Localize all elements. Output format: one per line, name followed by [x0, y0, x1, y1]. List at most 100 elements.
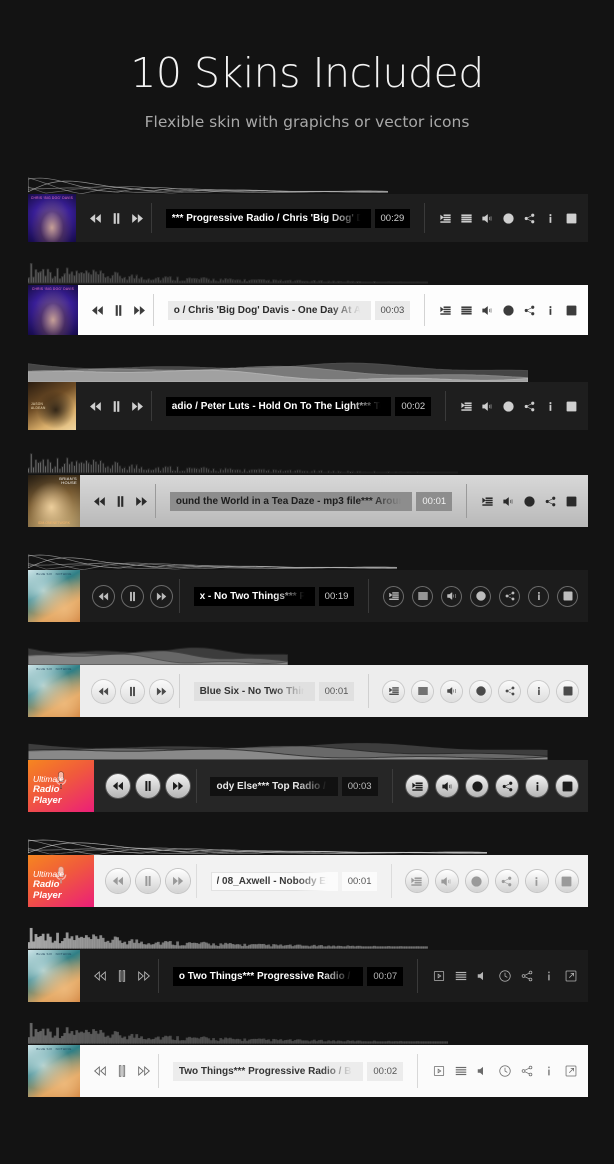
- track-title-display[interactable]: x - No Two Things*** Progressive Radio /…: [193, 586, 315, 606]
- rewind-button[interactable]: [88, 211, 103, 226]
- volume-button[interactable]: [435, 870, 458, 892]
- volume-button[interactable]: [481, 400, 494, 413]
- track-title-display[interactable]: Two Things*** Progressive Radio / Blue S…: [172, 1061, 364, 1081]
- playlist-indent-button[interactable]: [406, 775, 429, 797]
- playlist-indent-button[interactable]: [460, 400, 473, 413]
- fast-forward-button[interactable]: [136, 968, 152, 984]
- volume-button[interactable]: [436, 775, 459, 797]
- volume-button[interactable]: [476, 1064, 490, 1078]
- rewind-button[interactable]: [92, 968, 108, 984]
- playlist-indent-button[interactable]: [481, 495, 494, 508]
- playlist-indent-button[interactable]: [439, 212, 452, 225]
- info-button[interactable]: [525, 870, 548, 892]
- clock-history-button[interactable]: [498, 1064, 512, 1078]
- share-button[interactable]: [520, 1064, 534, 1078]
- fast-forward-button[interactable]: [132, 303, 147, 318]
- rewind-button[interactable]: [88, 399, 103, 414]
- clock-history-button[interactable]: [523, 495, 536, 508]
- pause-button[interactable]: [121, 585, 144, 608]
- equalizer-list-button[interactable]: [454, 1064, 468, 1078]
- popup-window-button[interactable]: [565, 400, 578, 413]
- popup-window-button[interactable]: [565, 212, 578, 225]
- track-title-display[interactable]: *** Progressive Radio / Chris 'Big Dog' …: [165, 208, 371, 228]
- pause-button[interactable]: [114, 1063, 130, 1079]
- playlist-box-button[interactable]: [432, 969, 446, 983]
- fast-forward-button[interactable]: [130, 399, 145, 414]
- fast-forward-button[interactable]: [134, 494, 149, 509]
- playlist-indent-button[interactable]: [439, 304, 452, 317]
- popup-window-button[interactable]: [564, 969, 578, 983]
- pause-button[interactable]: [113, 494, 128, 509]
- equalizer-list-button[interactable]: [412, 586, 433, 607]
- rewind-button[interactable]: [106, 869, 130, 893]
- rewind-button[interactable]: [92, 494, 107, 509]
- rewind-button[interactable]: [106, 774, 130, 798]
- playlist-box-button[interactable]: [432, 1064, 446, 1078]
- volume-button[interactable]: [481, 304, 494, 317]
- track-title-display[interactable]: ound the World in a Tea Daze - mp3 file*…: [169, 491, 413, 511]
- track-title-display[interactable]: Blue Six - No Two Things*** Progressive …: [193, 681, 315, 701]
- share-button[interactable]: [520, 969, 534, 983]
- clock-history-button[interactable]: [502, 400, 515, 413]
- share-button[interactable]: [544, 495, 557, 508]
- share-button[interactable]: [496, 775, 519, 797]
- clock-history-button[interactable]: [498, 969, 512, 983]
- clock-history-button[interactable]: [465, 870, 488, 892]
- pause-button[interactable]: [121, 679, 144, 703]
- clock-history-button[interactable]: [470, 680, 491, 702]
- pause-button[interactable]: [114, 968, 130, 984]
- clock-history-button[interactable]: [502, 212, 515, 225]
- pause-button[interactable]: [109, 211, 124, 226]
- clock-history-button[interactable]: [470, 586, 491, 607]
- info-button[interactable]: [542, 1064, 556, 1078]
- track-title-display[interactable]: adio / Peter Luts - Hold On To The Light…: [165, 396, 392, 416]
- clock-history-button[interactable]: [502, 304, 515, 317]
- share-button[interactable]: [523, 212, 536, 225]
- rewind-button[interactable]: [92, 1063, 108, 1079]
- volume-button[interactable]: [441, 680, 462, 702]
- equalizer-list-button[interactable]: [460, 304, 473, 317]
- info-button[interactable]: [528, 586, 549, 607]
- pause-button[interactable]: [111, 303, 126, 318]
- fast-forward-button[interactable]: [130, 211, 145, 226]
- share-button[interactable]: [523, 304, 536, 317]
- playlist-indent-button[interactable]: [383, 680, 404, 702]
- fast-forward-button[interactable]: [166, 869, 190, 893]
- playlist-indent-button[interactable]: [383, 586, 404, 607]
- track-title-display[interactable]: ody Else*** Top Radio / 08_Axwell - Nobo…: [210, 776, 338, 796]
- info-button[interactable]: [526, 775, 549, 797]
- info-button[interactable]: [544, 304, 557, 317]
- info-button[interactable]: [544, 212, 557, 225]
- track-title-display[interactable]: / 08_Axwell - Nobody Else*** Top Radio /…: [210, 871, 338, 891]
- popup-window-button[interactable]: [565, 304, 578, 317]
- rewind-button[interactable]: [90, 303, 105, 318]
- fast-forward-button[interactable]: [166, 774, 190, 798]
- info-button[interactable]: [528, 680, 549, 702]
- info-button[interactable]: [544, 400, 557, 413]
- volume-button[interactable]: [441, 586, 462, 607]
- share-button[interactable]: [499, 680, 520, 702]
- fast-forward-button[interactable]: [150, 585, 173, 608]
- pause-button[interactable]: [136, 869, 160, 893]
- rewind-button[interactable]: [92, 679, 115, 703]
- share-button[interactable]: [523, 400, 536, 413]
- track-title-display[interactable]: o Two Things*** Progressive Radio / Blue…: [172, 966, 364, 986]
- fast-forward-button[interactable]: [136, 1063, 152, 1079]
- popup-window-button[interactable]: [564, 1064, 578, 1078]
- fast-forward-button[interactable]: [150, 679, 173, 703]
- equalizer-list-button[interactable]: [454, 969, 468, 983]
- volume-button[interactable]: [476, 969, 490, 983]
- info-button[interactable]: [542, 969, 556, 983]
- equalizer-list-button[interactable]: [460, 212, 473, 225]
- popup-window-button[interactable]: [557, 586, 578, 607]
- pause-button[interactable]: [136, 774, 160, 798]
- volume-button[interactable]: [481, 212, 494, 225]
- popup-window-button[interactable]: [556, 775, 579, 797]
- track-title-display[interactable]: o / Chris 'Big Dog' Davis - One Day At A…: [167, 300, 371, 320]
- equalizer-list-button[interactable]: [412, 680, 433, 702]
- rewind-button[interactable]: [92, 585, 115, 608]
- popup-window-button[interactable]: [557, 680, 578, 702]
- share-button[interactable]: [495, 870, 518, 892]
- playlist-indent-button[interactable]: [405, 870, 428, 892]
- popup-window-button[interactable]: [555, 870, 578, 892]
